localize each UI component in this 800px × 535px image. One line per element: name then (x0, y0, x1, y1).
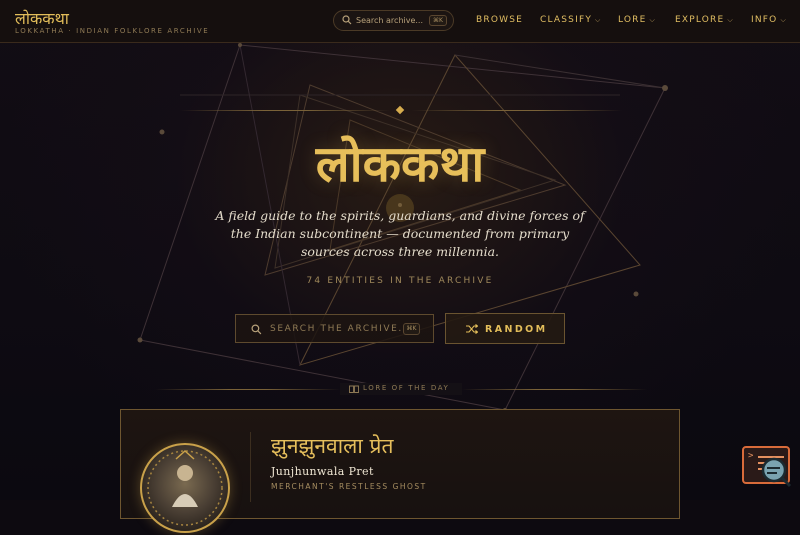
nav-info[interactable]: INFO ⌵ (751, 15, 787, 25)
terminal-prompt-icon: > (748, 451, 754, 461)
entity-devanagari-name[interactable]: झुनझुनवाला प्रेत (271, 432, 393, 460)
keyboard-shortcut-badge: ⌘K (403, 323, 420, 335)
hero-search-input[interactable]: SEARCH THE ARCHIVE... ⌘K (235, 314, 434, 343)
nav-info-label: INFO (751, 15, 778, 25)
nav-lore[interactable]: LORE ⌵ (618, 15, 656, 25)
hero-title: लोककथा (315, 134, 485, 193)
hero-search-placeholder: SEARCH THE ARCHIVE... (270, 324, 412, 334)
nav-classify-label: CLASSIFY (540, 15, 593, 25)
lotd-rule-left (155, 389, 340, 390)
site-logo[interactable]: लोककथा (15, 7, 69, 29)
lotd-rule-right (462, 389, 647, 390)
nav-explore[interactable]: EXPLORE ⌵ (675, 15, 734, 25)
top-navigation-bar: लोककथा LOKKATHA · INDIAN FOLKLORE ARCHIV… (0, 0, 800, 43)
random-button-label: RANDOM (485, 324, 548, 335)
entity-type: MERCHANT'S RESTLESS GHOST (271, 482, 427, 491)
card-divider (250, 432, 251, 502)
book-icon (349, 385, 359, 393)
header-search-placeholder: Search archive... (356, 16, 424, 25)
chevron-down-icon: ⌵ (727, 16, 734, 24)
nav-classify[interactable]: CLASSIFY ⌵ (540, 15, 602, 25)
shuffle-icon (466, 324, 478, 334)
terminal-search-icon[interactable] (759, 455, 793, 489)
search-icon (342, 15, 352, 25)
entity-count: 74 ENTITIES IN THE ARCHIVE (306, 276, 494, 286)
lore-of-the-day-heading: LORE OF THE DAY (340, 383, 462, 395)
deity-illustration-icon (147, 449, 223, 526)
ornament-rule-left (180, 110, 390, 111)
nav-browse-label: BROWSE (476, 15, 524, 25)
chevron-down-icon: ⌵ (595, 16, 602, 24)
keyboard-shortcut-badge: ⌘K (429, 15, 447, 26)
ornament-rule-right (412, 110, 622, 111)
chevron-down-icon: ⌵ (649, 16, 657, 24)
nav-explore-label: EXPLORE (675, 15, 725, 25)
site-subtitle: LOKKATHA · INDIAN FOLKLORE ARCHIVE (15, 27, 210, 35)
hero-tagline: A field guide to the spirits, guardians,… (215, 208, 585, 259)
nav-browse[interactable]: BROWSE (476, 15, 523, 25)
nav-lore-label: LORE (618, 15, 647, 25)
search-icon (251, 324, 262, 335)
chevron-down-icon: ⌵ (780, 16, 787, 24)
header-search-input[interactable]: Search archive... ⌘K (333, 10, 454, 31)
entity-portrait (140, 443, 230, 533)
random-button[interactable]: RANDOM (445, 313, 565, 344)
lore-of-the-day-label: LORE OF THE DAY (363, 384, 450, 392)
entity-name: Junjhunwala Pret (271, 465, 374, 478)
